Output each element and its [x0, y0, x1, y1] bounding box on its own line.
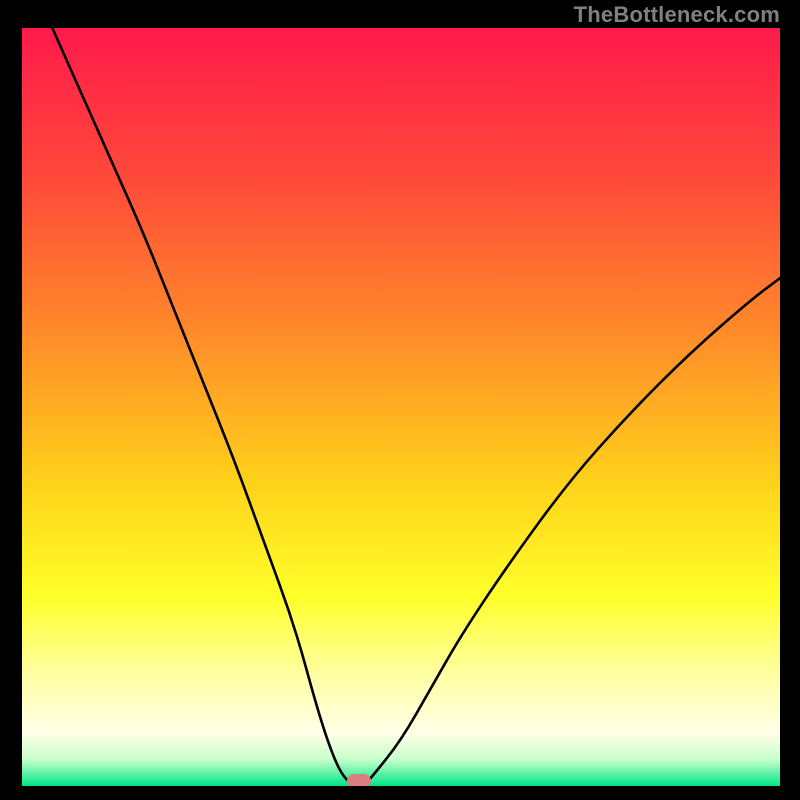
curve-layer: [22, 28, 780, 786]
watermark: TheBottleneck.com: [574, 2, 780, 28]
bottleneck-curve: [52, 28, 780, 786]
plot-area: [22, 28, 780, 786]
chart-frame: TheBottleneck.com: [0, 0, 800, 800]
optimal-marker: [347, 774, 371, 786]
